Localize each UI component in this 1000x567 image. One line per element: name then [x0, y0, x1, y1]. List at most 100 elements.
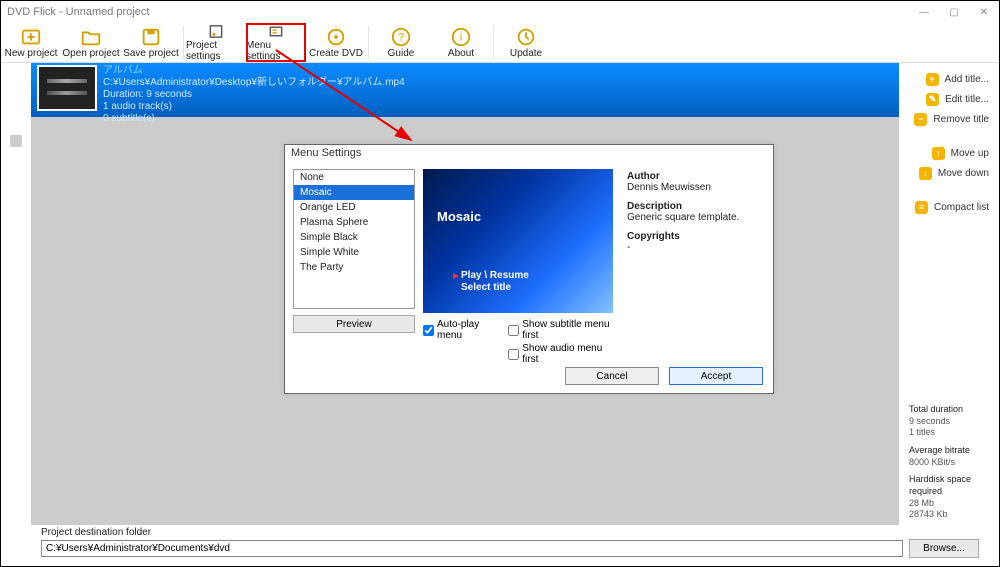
- bullet-icon: ►: [451, 271, 461, 282]
- close-icon[interactable]: ✕: [969, 1, 999, 23]
- meta-label: Author: [627, 171, 765, 182]
- plus-icon: +: [926, 73, 939, 86]
- title-duration: Duration: 9 seconds: [103, 89, 405, 101]
- theme-item[interactable]: Simple White: [294, 245, 414, 260]
- stat-value: 28 Mb: [909, 498, 989, 510]
- save-project-button[interactable]: Save project: [121, 23, 181, 62]
- toolbar-label: New project: [5, 48, 58, 59]
- side-label: Edit title...: [945, 94, 989, 105]
- arrow-up-icon: ↑: [932, 147, 945, 160]
- cancel-button[interactable]: Cancel: [565, 367, 659, 385]
- meta-label: Copyrights: [627, 231, 765, 242]
- preview-select: Select title: [461, 282, 511, 293]
- side-label: Move down: [938, 168, 989, 179]
- compact-list-button[interactable]: ≡ Compact list: [915, 197, 989, 217]
- meta-value: -: [627, 242, 765, 253]
- toolbar-label: About: [448, 48, 474, 59]
- toolbar-label: Guide: [388, 48, 415, 59]
- title-thumbnail: [39, 67, 95, 109]
- preview-title: Mosaic: [437, 209, 481, 224]
- stat-label: Total duration: [909, 404, 989, 416]
- destination-input[interactable]: [41, 540, 903, 557]
- title-path: C:¥Users¥Administrator¥Desktop¥新しいフォルダー¥…: [103, 77, 405, 89]
- gutter-handle[interactable]: [10, 135, 22, 147]
- theme-item[interactable]: None: [294, 170, 414, 185]
- title-info: アルバム C:¥Users¥Administrator¥Desktop¥新しいフ…: [103, 63, 405, 127]
- theme-list[interactable]: NoneMosaicOrange LEDPlasma SphereSimple …: [293, 169, 415, 309]
- open-project-icon: [80, 26, 102, 48]
- title-name: アルバム: [103, 65, 405, 77]
- toolbar-label: Project settings: [186, 40, 246, 62]
- theme-meta: Author Dennis Meuwissen Description Gene…: [621, 169, 765, 365]
- menu-settings-dialog: Menu Settings NoneMosaicOrange LEDPlasma…: [284, 144, 774, 394]
- add-title-button[interactable]: + Add title...: [926, 69, 989, 89]
- menu-settings-icon: [265, 23, 287, 40]
- theme-item[interactable]: Mosaic: [294, 185, 414, 200]
- menu-settings-button[interactable]: Menu settings: [246, 23, 306, 62]
- create-dvd-icon: [325, 26, 347, 48]
- stat-value: 8000 KBit/s: [909, 457, 989, 469]
- title-list-item[interactable]: アルバム C:¥Users¥Administrator¥Desktop¥新しいフ…: [31, 63, 899, 117]
- move-down-button[interactable]: ↓Move down: [919, 163, 989, 183]
- update-icon: [515, 26, 537, 48]
- create-dvd-button[interactable]: Create DVD: [306, 23, 366, 62]
- stat-value: 9 seconds: [909, 416, 989, 428]
- maximize-icon[interactable]: ▢: [939, 1, 969, 23]
- meta-label: Description: [627, 201, 765, 212]
- minimize-icon[interactable]: —: [909, 1, 939, 23]
- new-project-button[interactable]: New project: [1, 23, 61, 62]
- preview-play: Play \ Resume: [461, 270, 529, 281]
- remove-title-button[interactable]: −Remove title: [914, 109, 989, 129]
- side-label: Compact list: [934, 202, 989, 213]
- window-title: DVD Flick - Unnamed project: [7, 6, 149, 18]
- move-up-button[interactable]: ↑Move up: [932, 143, 989, 163]
- dialog-title: Menu Settings: [285, 145, 773, 163]
- autoplay-checkbox[interactable]: Auto-play menu: [423, 319, 496, 341]
- stat-label: Average bitrate: [909, 445, 989, 457]
- accept-button[interactable]: Accept: [669, 367, 763, 385]
- project-settings-button[interactable]: Project settings: [186, 23, 246, 62]
- show-subtitle-checkbox[interactable]: Show subtitle menu first: [508, 319, 613, 341]
- save-project-icon: [140, 26, 162, 48]
- side-panel: + Add title... ✎Edit title... −Remove tit…: [899, 63, 999, 525]
- show-audio-checkbox[interactable]: Show audio menu first: [508, 343, 613, 365]
- about-icon: i: [450, 26, 472, 48]
- checkbox-label: Auto-play menu: [437, 319, 496, 341]
- title-audio: 1 audio track(s): [103, 101, 405, 113]
- title-subs: 0 subtitle(s): [103, 113, 405, 125]
- open-project-button[interactable]: Open project: [61, 23, 121, 62]
- toolbar-label: Menu settings: [246, 40, 306, 62]
- toolbar-label: Open project: [62, 48, 119, 59]
- checkbox-label: Show audio menu first: [522, 343, 613, 365]
- toolbar-label: Save project: [123, 48, 179, 59]
- about-button[interactable]: i About: [431, 23, 491, 62]
- side-label: Remove title: [933, 114, 989, 125]
- guide-button[interactable]: ? Guide: [371, 23, 431, 62]
- minus-icon: −: [914, 113, 927, 126]
- guide-icon: ?: [390, 26, 412, 48]
- theme-preview: Mosaic ► Play \ Resume Select title: [423, 169, 613, 313]
- update-button[interactable]: Update: [496, 23, 556, 62]
- destination-row: Project destination folder Browse...: [41, 527, 979, 558]
- checkbox-label: Show subtitle menu first: [522, 319, 613, 341]
- list-icon: ≡: [915, 201, 928, 214]
- theme-item[interactable]: Simple Black: [294, 230, 414, 245]
- preview-button[interactable]: Preview: [293, 315, 415, 333]
- theme-item[interactable]: The Party: [294, 260, 414, 275]
- browse-button[interactable]: Browse...: [909, 539, 979, 558]
- stat-value: 1 titles: [909, 427, 989, 439]
- side-label: Add title...: [945, 74, 989, 85]
- edit-title-button[interactable]: ✎Edit title...: [926, 89, 989, 109]
- svg-text:?: ?: [398, 32, 404, 44]
- project-stats: Total duration 9 seconds 1 titles Averag…: [909, 398, 989, 521]
- meta-value: Generic square template.: [627, 212, 765, 223]
- destination-label: Project destination folder: [41, 527, 979, 538]
- project-settings-icon: [205, 23, 227, 40]
- theme-item[interactable]: Plasma Sphere: [294, 215, 414, 230]
- toolbar-label: Create DVD: [309, 48, 363, 59]
- toolbar-label: Update: [510, 48, 542, 59]
- meta-value: Dennis Meuwissen: [627, 182, 765, 193]
- stat-value: 28743 Kb: [909, 509, 989, 521]
- theme-item[interactable]: Orange LED: [294, 200, 414, 215]
- new-project-icon: [20, 26, 42, 48]
